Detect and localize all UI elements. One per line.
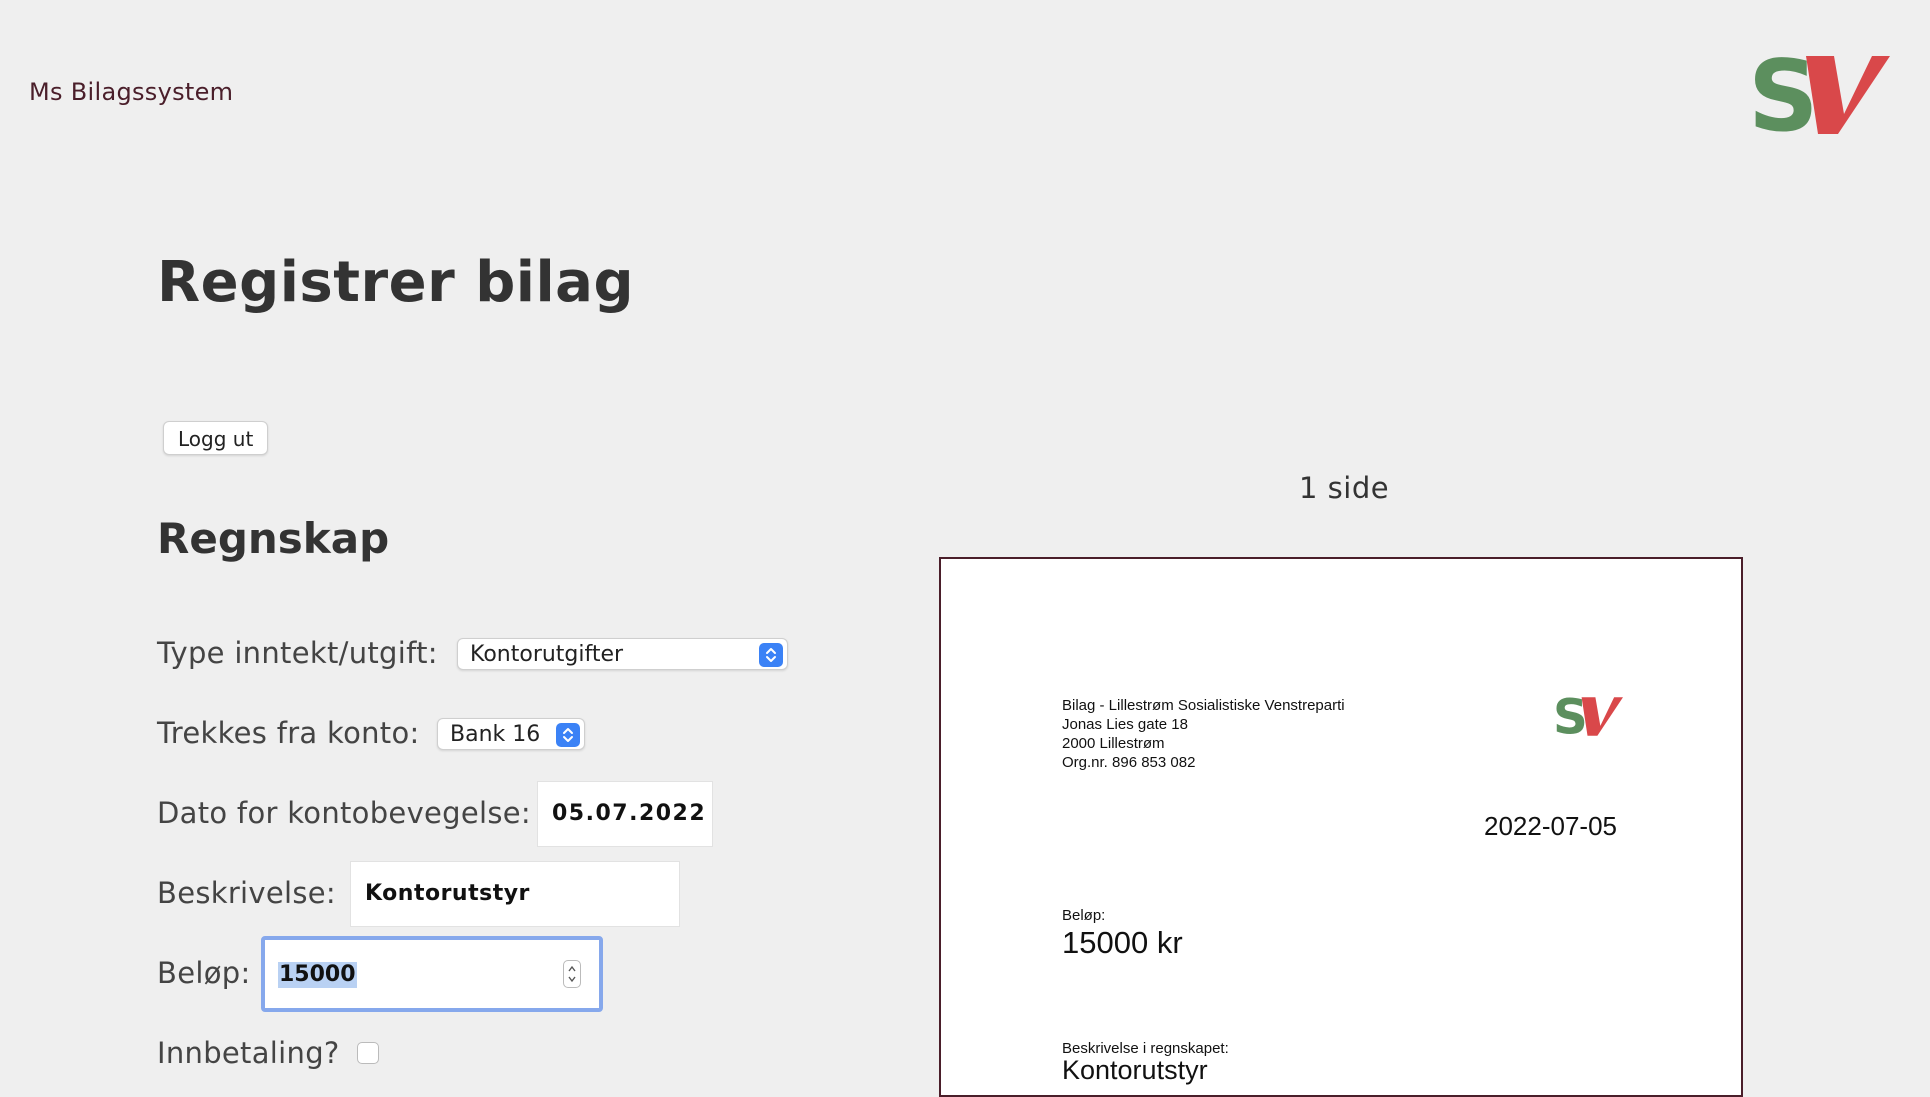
sv-logo: S	[1748, 50, 1890, 138]
amount-value: 15000	[278, 962, 357, 988]
section-title: Regnskap	[157, 514, 390, 563]
org-line: Org.nr. 896 853 082	[1062, 754, 1196, 771]
account-select[interactable]: Bank 16	[437, 718, 585, 750]
account-select-value: Bank 16	[450, 722, 541, 747]
date-label: Dato for kontobevegelse:	[157, 796, 532, 830]
logout-button[interactable]: Logg ut	[163, 421, 269, 455]
select-chevron-icon	[556, 723, 580, 747]
svg-text:S: S	[1748, 50, 1815, 138]
payment-label: Innbetaling?	[157, 1036, 340, 1070]
select-chevron-icon	[759, 643, 783, 667]
amount-stepper[interactable]	[563, 960, 581, 988]
org-line: 2000 Lillestrøm	[1062, 735, 1165, 752]
description-field[interactable]: Kontorutstyr	[350, 861, 680, 927]
app-title: Ms Bilagssystem	[29, 78, 234, 106]
org-address: Bilag - Lillestrøm Sosialistiske Venstre…	[1062, 696, 1345, 772]
stepper-arrows-icon	[568, 965, 576, 983]
org-line: Jonas Lies gate 18	[1062, 716, 1188, 733]
preview-amount-value: 15000 kr	[1062, 925, 1183, 960]
preview-amount-label: Beløp:	[1062, 907, 1106, 924]
voucher-preview: Bilag - Lillestrøm Sosialistiske Venstre…	[939, 557, 1743, 1097]
description-label: Beskrivelse:	[157, 876, 337, 910]
type-select[interactable]: Kontorutgifter	[457, 638, 788, 670]
preview-date: 2022-07-05	[1484, 811, 1617, 841]
page-title: Registrer bilag	[157, 250, 635, 315]
svg-text:S: S	[1553, 693, 1586, 739]
payment-checkbox[interactable]	[357, 1042, 379, 1064]
date-field[interactable]: 05.07.2022	[537, 781, 713, 847]
page-count: 1 side	[1299, 471, 1390, 505]
type-select-value: Kontorutgifter	[470, 642, 624, 667]
org-line: Bilag - Lillestrøm Sosialistiske Venstre…	[1062, 697, 1345, 714]
account-label: Trekkes fra konto:	[157, 716, 420, 750]
type-label: Type inntekt/utgift:	[157, 636, 438, 670]
amount-field[interactable]: 15000	[261, 936, 603, 1012]
amount-label: Beløp:	[157, 956, 251, 990]
preview-sv-logo: S	[1553, 693, 1623, 739]
preview-description-value: Kontorutstyr	[1062, 1055, 1208, 1085]
